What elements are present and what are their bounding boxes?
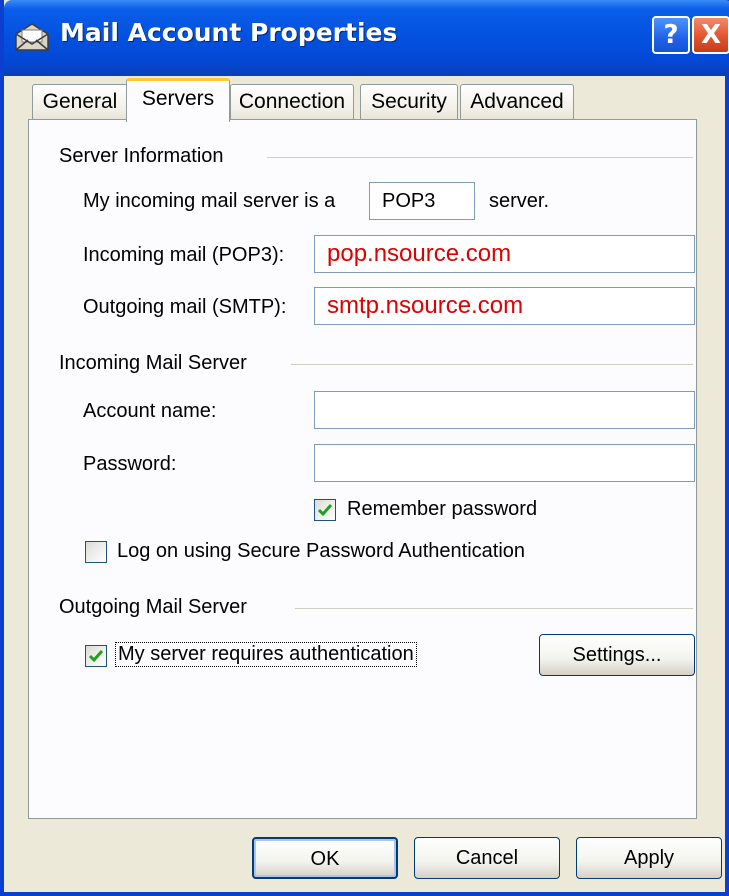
checkmark-icon [317, 504, 333, 517]
checkmark-icon [88, 650, 104, 663]
settings-button[interactable]: Settings... [539, 634, 695, 676]
password-input[interactable] [314, 444, 695, 482]
title-bar[interactable]: Mail Account Properties ? X [4, 0, 729, 76]
secure-password-auth-checkbox[interactable] [85, 541, 107, 563]
incoming-server-type-field: POP3 [369, 182, 475, 220]
group-divider [267, 157, 693, 158]
outgoing-mail-server-input[interactable]: smtp.nsource.com [314, 287, 695, 325]
secure-password-auth-label[interactable]: Log on using Secure Password Authenticat… [117, 540, 525, 563]
incoming-mail-label: Incoming mail (POP3): [83, 244, 285, 266]
group-divider [291, 364, 693, 365]
help-icon: ? [663, 20, 679, 50]
tab-servers[interactable]: Servers [126, 78, 230, 122]
tab-connection[interactable]: Connection [230, 84, 354, 120]
tab-strip: General Servers Connection Security Adva… [4, 76, 729, 122]
incoming-mail-server-heading: Incoming Mail Server [59, 352, 247, 374]
group-divider [295, 608, 693, 609]
close-button[interactable]: X [692, 16, 729, 54]
remember-password-label[interactable]: Remember password [347, 498, 537, 521]
tab-advanced[interactable]: Advanced [460, 84, 574, 120]
mail-account-icon [15, 23, 49, 51]
incoming-type-label: My incoming mail server is a [83, 190, 336, 212]
server-requires-auth-checkbox[interactable] [85, 645, 107, 667]
apply-button[interactable]: Apply [576, 837, 722, 879]
mail-account-properties-window: Mail Account Properties ? X General Serv… [0, 0, 729, 896]
incoming-mail-server-input[interactable]: pop.nsource.com [314, 235, 695, 273]
account-name-input[interactable] [314, 391, 695, 429]
window-title: Mail Account Properties [60, 18, 398, 47]
close-icon: X [700, 20, 722, 50]
servers-tab-panel: Server Information My incoming mail serv… [28, 119, 697, 819]
server-information-heading: Server Information [59, 145, 224, 167]
help-button[interactable]: ? [652, 16, 690, 54]
tab-general[interactable]: General [32, 84, 128, 120]
remember-password-checkbox[interactable] [314, 499, 336, 521]
cancel-button[interactable]: Cancel [414, 837, 560, 879]
outgoing-mail-label: Outgoing mail (SMTP): [83, 296, 287, 318]
tab-security[interactable]: Security [360, 84, 458, 120]
server-suffix-label: server. [489, 190, 550, 212]
password-label: Password: [83, 453, 177, 475]
account-name-label: Account name: [83, 400, 217, 422]
server-requires-auth-label[interactable]: My server requires authentication [115, 642, 417, 667]
ok-button[interactable]: OK [252, 837, 398, 879]
outgoing-mail-server-heading: Outgoing Mail Server [59, 596, 247, 618]
